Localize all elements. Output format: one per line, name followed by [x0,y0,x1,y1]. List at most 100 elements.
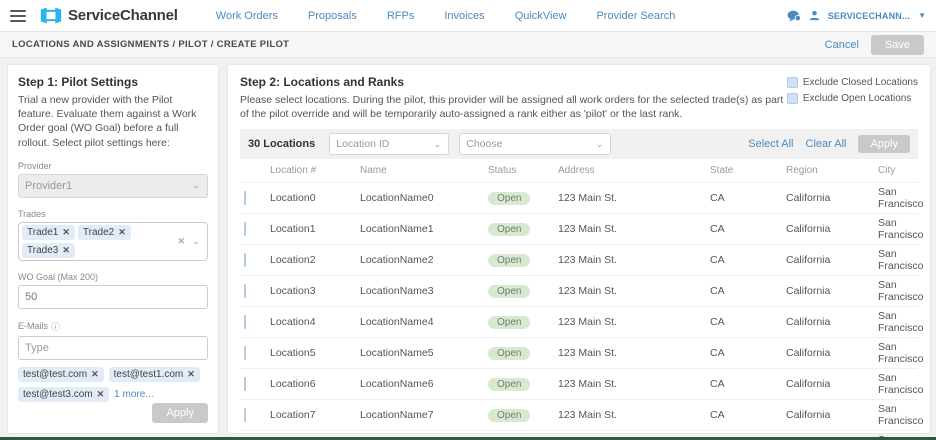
emails-label: E-Mails ⓘ [18,320,208,333]
email-chip: test@test3.com ✕ [18,387,109,402]
hamburger-menu-icon[interactable] [10,10,26,22]
cell-state: CA [706,338,782,369]
remove-trade-icon[interactable]: ✕ [62,245,70,256]
cell-city: San Francisco [874,276,918,307]
exclude-closed-checkbox[interactable]: Exclude Closed Locations [787,77,918,88]
row-checkbox[interactable] [244,191,246,205]
cell-location-number: Location4 [266,307,356,338]
table-row[interactable]: Location0 LocationName0 Open 123 Main St… [240,183,918,214]
step2-panel: Step 2: Locations and Ranks Please selec… [228,65,930,433]
cell-address: 123 Main St. [554,307,706,338]
select-all-link[interactable]: Select All [748,138,793,150]
email-chip: test@test1.com ✕ [109,367,200,382]
table-row[interactable]: Location6 LocationName6 Open 123 Main St… [240,369,918,400]
trades-multiselect[interactable]: Trade1 ✕ Trade2 ✕ Trade3 ✕ ✕ ⌄ [18,222,208,261]
nav-rfps[interactable]: RFPs [387,10,415,22]
wo-goal-label: WO Goal (Max 200) [18,272,208,282]
nav-provider-search[interactable]: Provider Search [596,10,675,22]
clear-trades-icon[interactable]: ✕ [177,236,185,247]
wo-goal-input[interactable] [18,285,208,309]
user-icon [809,10,820,21]
brand-logo[interactable]: ServiceChannel [40,7,178,24]
remove-email-icon[interactable]: ✕ [91,369,99,380]
col-city: City [874,159,918,183]
nav-invoices[interactable]: Invoices [444,10,484,22]
locations-table-body: Location0 LocationName0 Open 123 Main St… [240,183,918,440]
cell-city: San Francisco [874,400,918,431]
filter-location-id-select[interactable]: Location ID ⌄ [329,133,449,155]
cell-region: California [782,369,874,400]
checkbox-icon[interactable] [787,77,798,88]
table-row[interactable]: Location3 LocationName3 Open 123 Main St… [240,276,918,307]
chat-icon[interactable] [787,10,801,22]
nav-proposals[interactable]: Proposals [308,10,357,22]
provider-select-value: Provider1 [25,180,72,192]
row-checkbox[interactable] [244,315,246,329]
chevron-down-icon[interactable]: ⌄ [192,236,200,247]
cancel-button[interactable]: Cancel [825,39,859,51]
table-row[interactable]: Location4 LocationName4 Open 123 Main St… [240,307,918,338]
status-badge: Open [488,192,530,205]
cell-region: California [782,307,874,338]
step1-panel: Step 1: Pilot Settings Trial a new provi… [8,65,218,433]
status-badge: Open [488,316,530,329]
row-checkbox[interactable] [244,284,246,298]
cell-location-number: Location3 [266,276,356,307]
remove-trade-icon[interactable]: ✕ [62,227,70,238]
breadcrumb: LOCATIONS AND ASSIGNMENTS / PILOT / CREA… [12,39,289,50]
table-row[interactable]: Location1 LocationName1 Open 123 Main St… [240,214,918,245]
row-checkbox[interactable] [244,377,246,391]
remove-trade-icon[interactable]: ✕ [118,227,126,238]
cell-location-number: Location7 [266,400,356,431]
table-row[interactable]: Location7 LocationName7 Open 123 Main St… [240,400,918,431]
exclude-open-checkbox[interactable]: Exclude Open Locations [787,93,918,104]
col-location-number: Location # [266,159,356,183]
chevron-down-icon[interactable]: ▼ [918,11,926,20]
row-checkbox[interactable] [244,222,246,236]
locations-apply-button[interactable]: Apply [858,135,910,153]
row-checkbox[interactable] [244,253,246,267]
remove-email-icon[interactable]: ✕ [187,369,195,380]
col-status: Status [484,159,554,183]
filter-choose-value: Choose [466,138,502,150]
clear-all-link[interactable]: Clear All [806,138,847,150]
cell-address: 123 Main St. [554,214,706,245]
table-row[interactable]: Location2 LocationName2 Open 123 Main St… [240,245,918,276]
cell-location-number: Location2 [266,245,356,276]
cell-state: CA [706,369,782,400]
user-account-dropdown[interactable]: SERVICECHANN... [828,11,910,21]
cell-state: CA [706,307,782,338]
cell-state: CA [706,276,782,307]
remove-email-icon[interactable]: ✕ [97,389,105,400]
table-row[interactable]: Location5 LocationName5 Open 123 Main St… [240,338,918,369]
nav-quickview[interactable]: QuickView [515,10,567,22]
step2-description: Please select locations. During the pilo… [240,93,787,121]
row-checkbox[interactable] [244,346,246,360]
trades-label: Trades [18,209,208,219]
status-badge: Open [488,347,530,360]
checkbox-icon[interactable] [787,93,798,104]
emails-input[interactable] [18,336,208,360]
cell-city: San Francisco [874,214,918,245]
email-chip-label: test@test.com [23,369,87,380]
provider-label: Provider [18,161,208,171]
trade-chip: Trade2 ✕ [78,225,131,240]
provider-select[interactable]: Provider1 ⌄ [18,174,208,198]
nav-work-orders[interactable]: Work Orders [216,10,278,22]
chevron-down-icon: ⌄ [596,139,604,150]
cell-address: 123 Main St. [554,245,706,276]
cell-name: LocationName1 [356,214,484,245]
filter-location-id-value: Location ID [336,138,389,150]
row-checkbox[interactable] [244,408,246,422]
col-region: Region [782,159,874,183]
email-chip-label: test@test1.com [114,369,184,380]
step1-apply-button[interactable]: Apply [152,403,208,423]
info-icon[interactable]: ⓘ [51,320,60,333]
cell-state: CA [706,245,782,276]
save-button[interactable]: Save [871,35,924,55]
status-badge: Open [488,254,530,267]
more-emails-link[interactable]: 1 more... [114,389,153,400]
col-name: Name [356,159,484,183]
filter-choose-select[interactable]: Choose ⌄ [459,133,611,155]
step1-title: Step 1: Pilot Settings [18,75,208,89]
